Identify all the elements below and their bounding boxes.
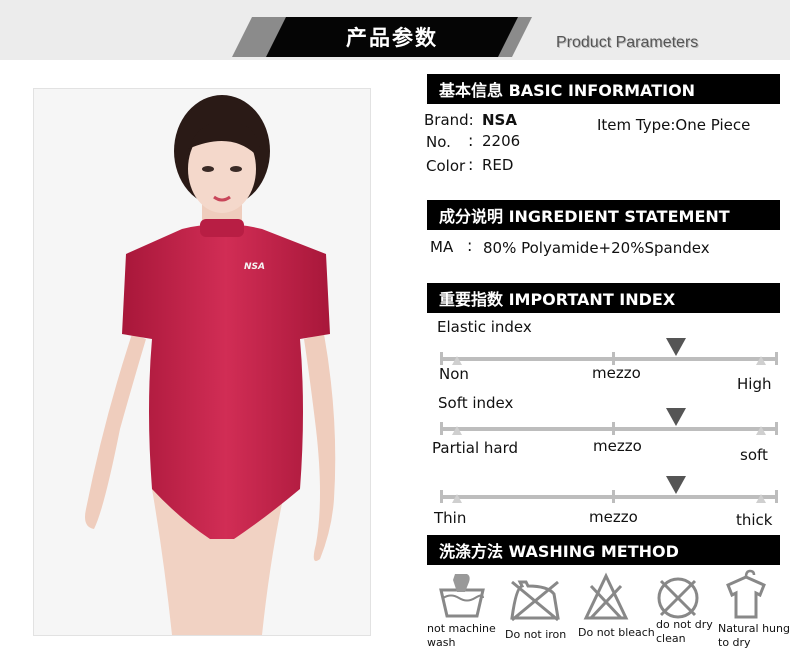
elastic-level-marker xyxy=(666,338,686,356)
ingredient-header: 成分说明 INGREDIENT STATEMENT xyxy=(427,200,780,230)
hang-dry-icon xyxy=(722,567,770,621)
thickness-level-marker xyxy=(666,476,686,494)
scale-track xyxy=(440,427,778,431)
hand-wash-icon xyxy=(437,572,487,620)
washing-header: 洗涤方法 WASHING METHOD xyxy=(427,535,780,565)
banner-title-cn: 产品参数 xyxy=(346,26,438,50)
scale-ghost-arrow xyxy=(452,494,462,503)
no-label: No. xyxy=(426,133,451,151)
elastic-index-title: Elastic index xyxy=(437,318,532,336)
index-header: 重要指数 IMPORTANT INDEX xyxy=(427,283,780,313)
brand-label: Brand: xyxy=(424,111,474,129)
elastic-high-label: High xyxy=(737,375,772,393)
no-bleach-label: Do not bleach xyxy=(578,626,655,639)
soft-level-marker xyxy=(666,408,686,426)
model-illustration: NSA xyxy=(85,95,336,635)
color-label: Color xyxy=(426,157,466,175)
thickness-scale xyxy=(440,490,778,504)
scale-tick xyxy=(775,352,778,365)
soft-index-title: Soft index xyxy=(438,394,514,412)
no-iron-icon xyxy=(508,578,562,622)
soft-low-label: Partial hard xyxy=(432,439,519,457)
color-colon: : xyxy=(468,155,474,174)
scale-tick xyxy=(440,422,443,435)
scale-tick xyxy=(775,422,778,435)
elastic-mid-label: mezzo xyxy=(592,364,641,382)
product-photo: NSA xyxy=(33,88,371,636)
no-value: 2206 xyxy=(482,132,521,150)
scale-tick xyxy=(440,352,443,365)
brand-value: NSA xyxy=(482,111,517,129)
banner-title-en: Product Parameters xyxy=(556,34,699,51)
scale-tick xyxy=(775,490,778,503)
scale-tick xyxy=(612,490,615,503)
thickness-low-label: Thin xyxy=(434,509,467,527)
basic-info-header: 基本信息 BASIC INFORMATION xyxy=(427,74,780,104)
scale-track xyxy=(440,495,778,499)
ma-label: MA xyxy=(430,238,454,256)
soft-scale xyxy=(440,422,778,436)
no-bleach-icon xyxy=(583,572,629,622)
scale-ghost-arrow xyxy=(452,426,462,435)
ma-value: 80% Polyamide+20%Spandex xyxy=(483,239,710,257)
elastic-low-label: Non xyxy=(439,365,469,383)
thickness-high-label: thick xyxy=(736,511,773,529)
scale-tick xyxy=(612,422,615,435)
logo-text: NSA xyxy=(244,262,265,272)
item-type: Item Type:One Piece xyxy=(597,116,751,134)
no-colon: : xyxy=(468,131,474,150)
ma-colon: : xyxy=(467,236,473,255)
scale-track xyxy=(440,357,778,361)
hand-wash-label: not machine wash xyxy=(427,622,496,649)
scale-ghost-arrow xyxy=(452,356,462,365)
scale-ghost-arrow xyxy=(756,426,766,435)
no-dry-clean-icon xyxy=(655,575,701,621)
color-value: RED xyxy=(482,156,514,174)
scale-tick xyxy=(440,490,443,503)
scale-ghost-arrow xyxy=(756,356,766,365)
soft-mid-label: mezzo xyxy=(593,437,642,455)
soft-high-label: soft xyxy=(740,446,768,464)
hang-dry-label: Natural hung to dry xyxy=(718,622,790,649)
scale-ghost-arrow xyxy=(756,494,766,503)
thickness-mid-label: mezzo xyxy=(589,508,638,526)
no-iron-label: Do not iron xyxy=(505,628,567,641)
no-dry-clean-label: do not dry clean xyxy=(656,618,713,645)
